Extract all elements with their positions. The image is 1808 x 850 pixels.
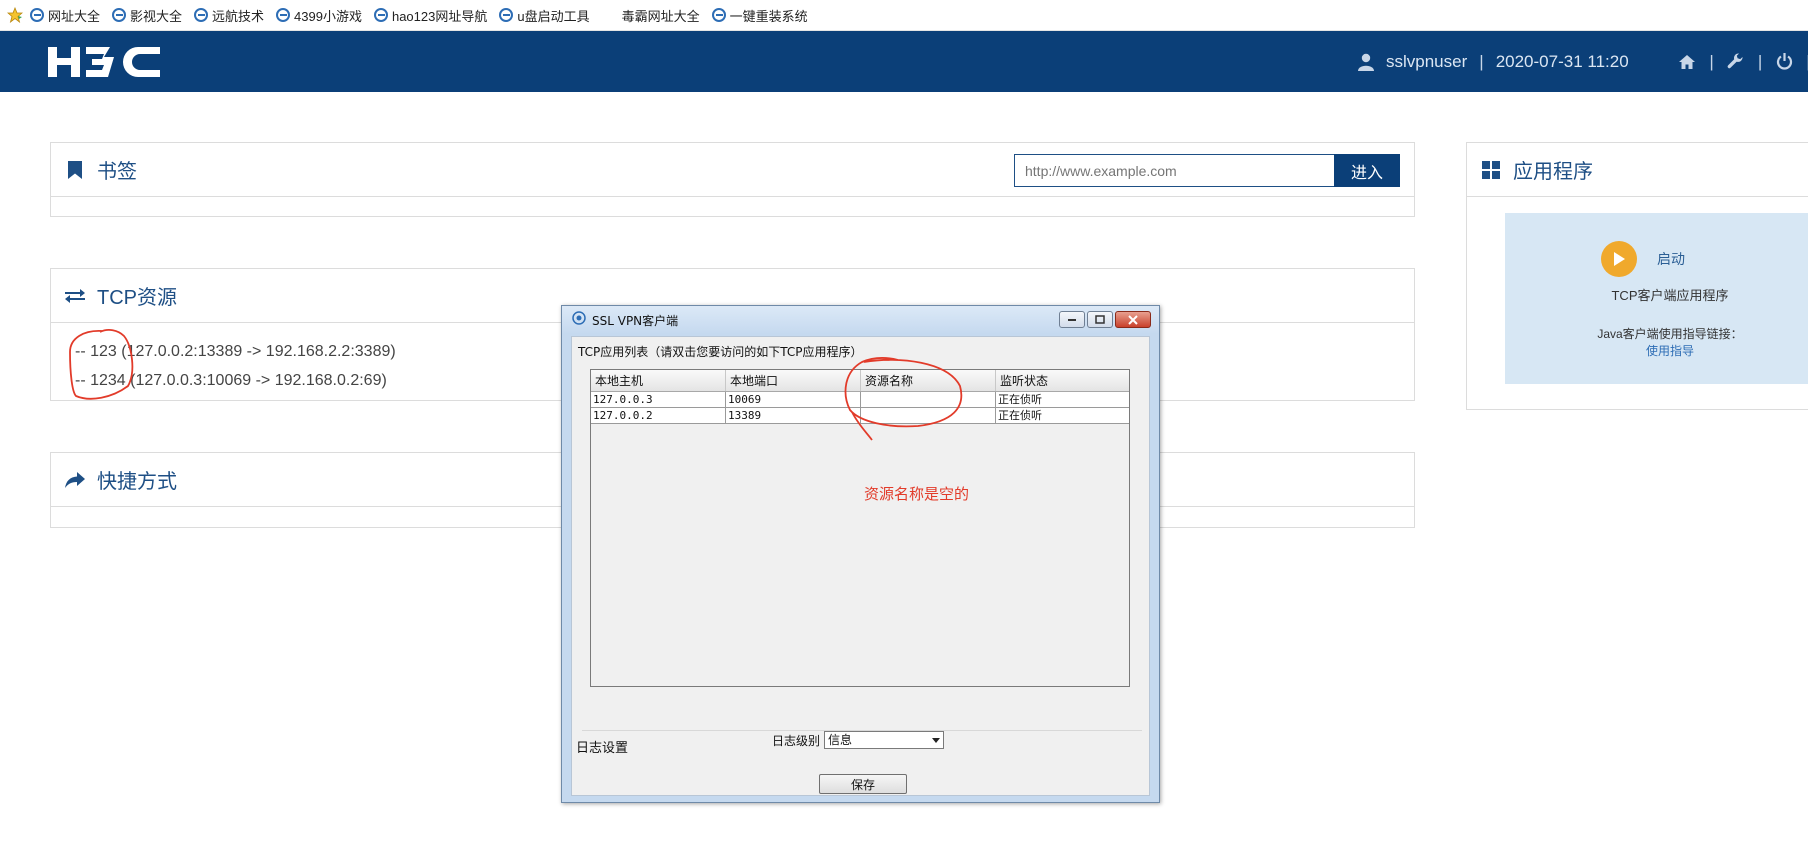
- dialog-title: SSL VPN客户端: [592, 313, 679, 328]
- tcp-client-label: TCP客户端应用程序: [1611, 288, 1729, 303]
- close-icon: [1128, 314, 1138, 325]
- launch-label: 启动: [1657, 251, 1685, 267]
- username[interactable]: sslvpnuser: [1386, 52, 1467, 72]
- tcp-app-list-label: TCP应用列表（请双击您要访问的如下TCP应用程序）: [578, 345, 863, 359]
- local-host-cell: 127.0.0.2: [591, 408, 726, 423]
- dialog-body: TCP应用列表（请双击您要访问的如下TCP应用程序） 本地主机 本地端口 资源名…: [571, 336, 1150, 796]
- ie-page-icon: [30, 8, 44, 22]
- header-user-area: sslvpnuser | 2020-07-31 11:20 | | | 中: [1356, 31, 1808, 92]
- home-icon[interactable]: [1677, 52, 1697, 72]
- tcp-client-app-card[interactable]: 启动 TCP客户端应用程序: [1505, 213, 1808, 314]
- current-datetime: 2020-07-31 11:20: [1495, 51, 1629, 71]
- save-button[interactable]: 保存: [819, 774, 907, 794]
- close-button[interactable]: [1115, 311, 1151, 328]
- bookmarks-panel: 书签 进入: [50, 142, 1415, 217]
- applications-panel-header: 应用程序: [1467, 143, 1808, 197]
- window-controls: [1057, 311, 1151, 328]
- log-level-row: 日志级别 信息: [772, 731, 945, 749]
- separator: |: [1709, 51, 1714, 71]
- exchange-arrows-icon: [65, 286, 85, 306]
- tcp-app-table: 本地主机 本地端口 资源名称 监听状态 127.0.0.3 10069 正在侦听…: [590, 369, 1130, 687]
- ie-page-icon: [276, 8, 291, 22]
- applications-title: 应用程序: [1513, 161, 1593, 183]
- listen-status-cell: 正在侦听: [998, 393, 1042, 406]
- enter-button[interactable]: 进入: [1334, 154, 1400, 187]
- column-header[interactable]: 资源名称: [861, 370, 996, 391]
- applications-panel: 应用程序 启动 TCP客户端应用程序 Java客户端使用指导链接： 使用指导: [1466, 142, 1808, 410]
- table-row[interactable]: 127.0.0.2 13389 正在侦听: [591, 408, 1129, 424]
- bookmark-icon: [65, 160, 85, 180]
- resource-name-cell: [861, 392, 996, 407]
- favorites-bar: 网址大全 影视大全 远航技术 4399小游戏 hao123网址导航 u盘启动工具…: [0, 0, 1808, 31]
- column-header[interactable]: 监听状态: [996, 370, 1129, 391]
- annotation-text: 资源名称是空的: [864, 485, 970, 503]
- log-level-label: 日志级别: [772, 733, 821, 748]
- java-guide-card: Java客户端使用指导链接： 使用指导: [1505, 311, 1808, 384]
- column-header[interactable]: 本地端口: [726, 370, 861, 391]
- minimize-icon: [1068, 318, 1076, 321]
- app-header: sslvpnuser | 2020-07-31 11:20 | | | 中: [0, 31, 1808, 92]
- bookmarks-title: 书签: [97, 161, 137, 183]
- ie-page-icon: [711, 8, 726, 22]
- wrench-icon[interactable]: [1726, 52, 1746, 72]
- favorite-link[interactable]: 影视大全: [112, 6, 182, 25]
- minimize-button[interactable]: [1059, 311, 1085, 328]
- table-row[interactable]: 127.0.0.3 10069 正在侦听: [591, 392, 1129, 408]
- ie-page-icon: [499, 8, 514, 22]
- power-icon[interactable]: [1774, 52, 1794, 72]
- ie-page-icon: [194, 8, 209, 22]
- dialog-titlebar[interactable]: SSL VPN客户端: [562, 306, 1159, 334]
- log-settings-label: 日志设置: [576, 741, 629, 756]
- local-host-cell: 127.0.0.3: [591, 392, 726, 407]
- maximize-icon: [1095, 315, 1105, 324]
- user-icon: [1356, 52, 1376, 72]
- favorite-link[interactable]: 一键重装系统: [711, 6, 808, 25]
- h3c-logo[interactable]: [48, 44, 160, 80]
- favorite-link[interactable]: hao123网址导航: [373, 6, 487, 25]
- vpn-app-icon: [572, 310, 586, 330]
- java-guide-link[interactable]: 使用指导: [1505, 342, 1808, 359]
- ssl-vpn-client-dialog: SSL VPN客户端 TCP应用列表（请双击您要访问的如下TCP应用程序） 本地…: [561, 305, 1160, 803]
- resource-name-cell: [861, 408, 996, 423]
- separator: |: [1757, 51, 1763, 71]
- favorite-link[interactable]: 远航技术: [194, 6, 264, 25]
- favorite-link[interactable]: 网址大全: [30, 6, 100, 25]
- favorite-link[interactable]: u盘启动工具: [499, 6, 590, 25]
- column-header[interactable]: 本地主机: [591, 370, 726, 391]
- grid-apps-icon: [1481, 160, 1501, 180]
- chevron-down-icon: [932, 738, 941, 743]
- log-level-select[interactable]: 信息: [824, 731, 945, 749]
- local-port-cell: 13389: [726, 408, 861, 423]
- log-level-value: 信息: [828, 733, 853, 747]
- play-icon: [1601, 241, 1637, 277]
- table-header: 本地主机 本地端口 资源名称 监听状态: [591, 370, 1129, 392]
- tcp-title: TCP资源: [97, 287, 177, 309]
- separator: [1641, 52, 1646, 72]
- favorite-link[interactable]: 4399小游戏: [276, 6, 362, 25]
- launch-button[interactable]: 启动: [1601, 241, 1685, 277]
- shortcuts-title: 快捷方式: [97, 471, 177, 493]
- ie-page-icon: [112, 8, 127, 22]
- listen-status-cell: 正在侦听: [998, 409, 1042, 422]
- share-arrow-icon: [65, 470, 85, 490]
- h3c-logo-mark: [48, 47, 160, 77]
- ie-page-icon: [373, 8, 388, 22]
- favorites-star-icon[interactable]: [6, 6, 24, 24]
- local-port-cell: 10069: [726, 392, 861, 407]
- favorite-link[interactable]: 毒霸网址大全: [622, 6, 700, 25]
- java-guide-text: Java客户端使用指导链接：: [1597, 327, 1743, 341]
- maximize-button[interactable]: [1087, 311, 1113, 328]
- separator: |: [1479, 51, 1484, 71]
- bookmark-url-input[interactable]: [1014, 154, 1334, 187]
